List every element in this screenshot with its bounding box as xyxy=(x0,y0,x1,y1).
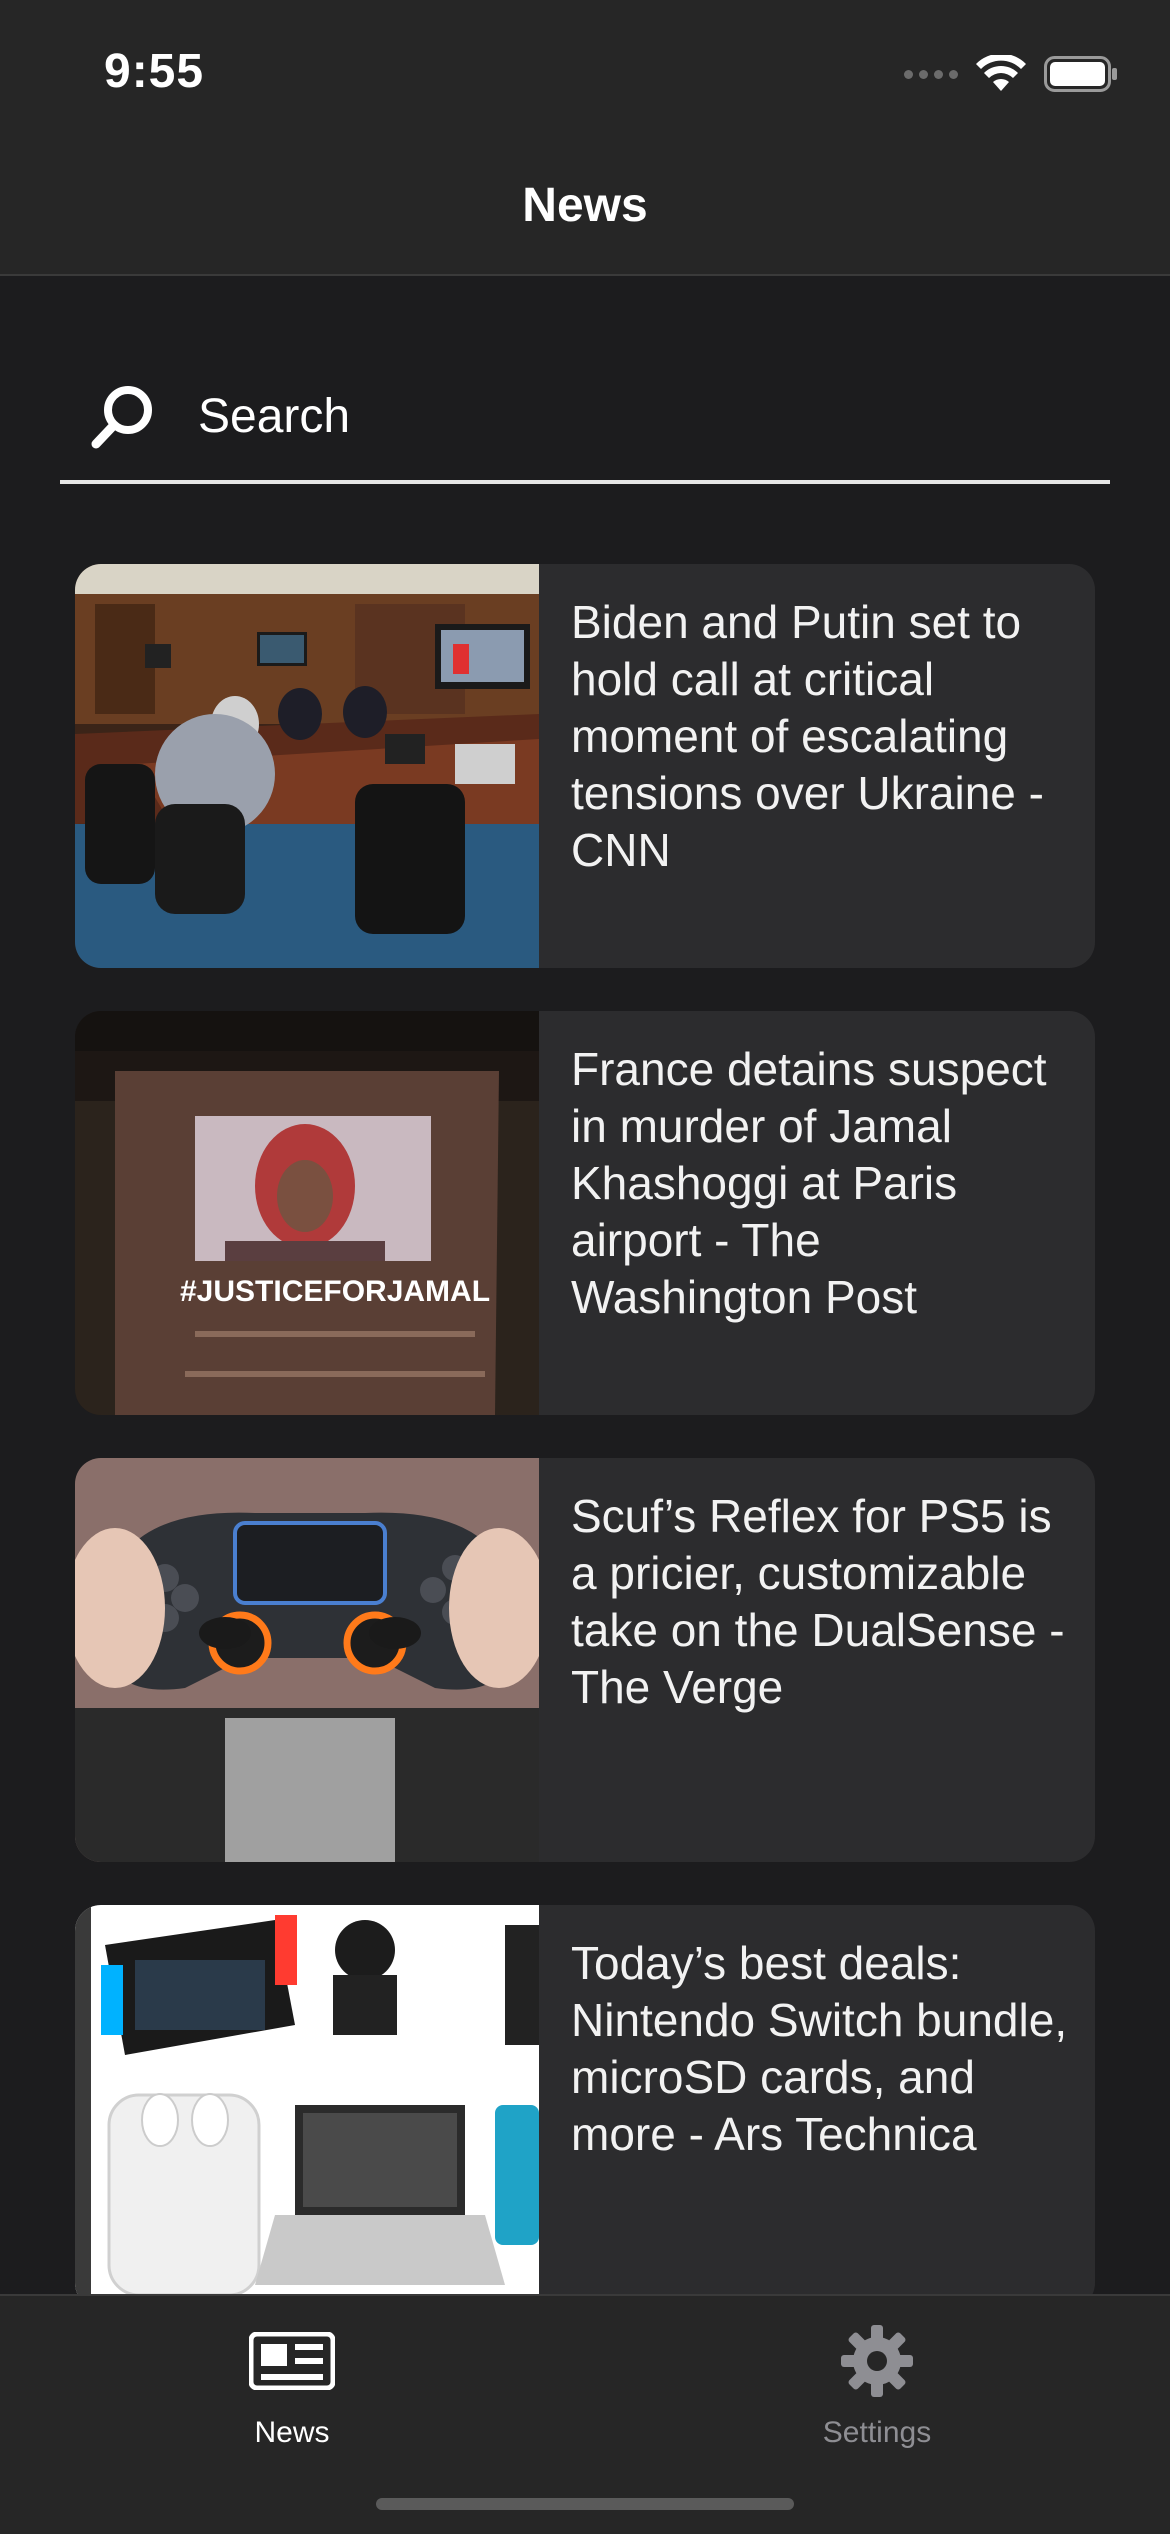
page-title: News xyxy=(522,179,648,232)
justice-for-jamal-projection-photo: #JUSTICEFORJAMAL xyxy=(75,1011,539,1415)
situation-room-photo xyxy=(75,564,539,968)
article-image xyxy=(75,1458,539,1862)
article-headline: Scuf’s Reflex for PS5 is a pricier, cust… xyxy=(571,1490,1065,1713)
article-image: #JUSTICEFORJAMAL xyxy=(75,1011,539,1415)
article-image xyxy=(75,1905,539,2309)
search-input[interactable] xyxy=(198,376,1078,456)
status-time: 9:55 xyxy=(104,45,205,98)
battery-icon xyxy=(1044,56,1117,92)
gear-icon xyxy=(841,2325,913,2397)
home-indicator[interactable] xyxy=(376,2498,794,2510)
tab-news[interactable]: News xyxy=(142,2316,442,2450)
article-card[interactable]: Scuf’s Reflex for PS5 is a pricier, cust… xyxy=(75,1458,1095,1862)
wifi-icon xyxy=(976,55,1026,91)
status-icons xyxy=(904,54,1118,94)
search-icon xyxy=(91,386,152,449)
top-bar: 9:55 News xyxy=(0,0,1170,276)
newspaper-icon xyxy=(249,2332,335,2390)
article-headline: Today’s best deals: Nintendo Switch bund… xyxy=(571,1937,1068,2160)
article-headline: Biden and Putin set to hold call at crit… xyxy=(571,596,1044,876)
tab-bar: News Settings xyxy=(0,2294,1170,2534)
search-bar[interactable] xyxy=(60,360,1110,484)
article-card[interactable]: #JUSTICEFORJAMAL France detains suspect … xyxy=(75,1011,1095,1415)
tab-settings[interactable]: Settings xyxy=(727,2316,1027,2450)
game-controller-photo xyxy=(75,1458,539,1862)
article-headline: France detains suspect in murder of Jama… xyxy=(571,1043,1047,1323)
article-image xyxy=(75,564,539,968)
tab-label: Settings xyxy=(822,2416,932,2449)
deals-products-photo xyxy=(75,1905,539,2309)
article-card[interactable]: Today’s best deals: Nintendo Switch bund… xyxy=(75,1905,1095,2309)
image-overlay-text: #JUSTICEFORJAMAL xyxy=(180,1275,490,1308)
tab-label: News xyxy=(254,2416,330,2449)
article-card[interactable]: Biden and Putin set to hold call at crit… xyxy=(75,564,1095,968)
signal-icon xyxy=(904,69,958,79)
article-list: Biden and Putin set to hold call at crit… xyxy=(75,564,1095,2352)
